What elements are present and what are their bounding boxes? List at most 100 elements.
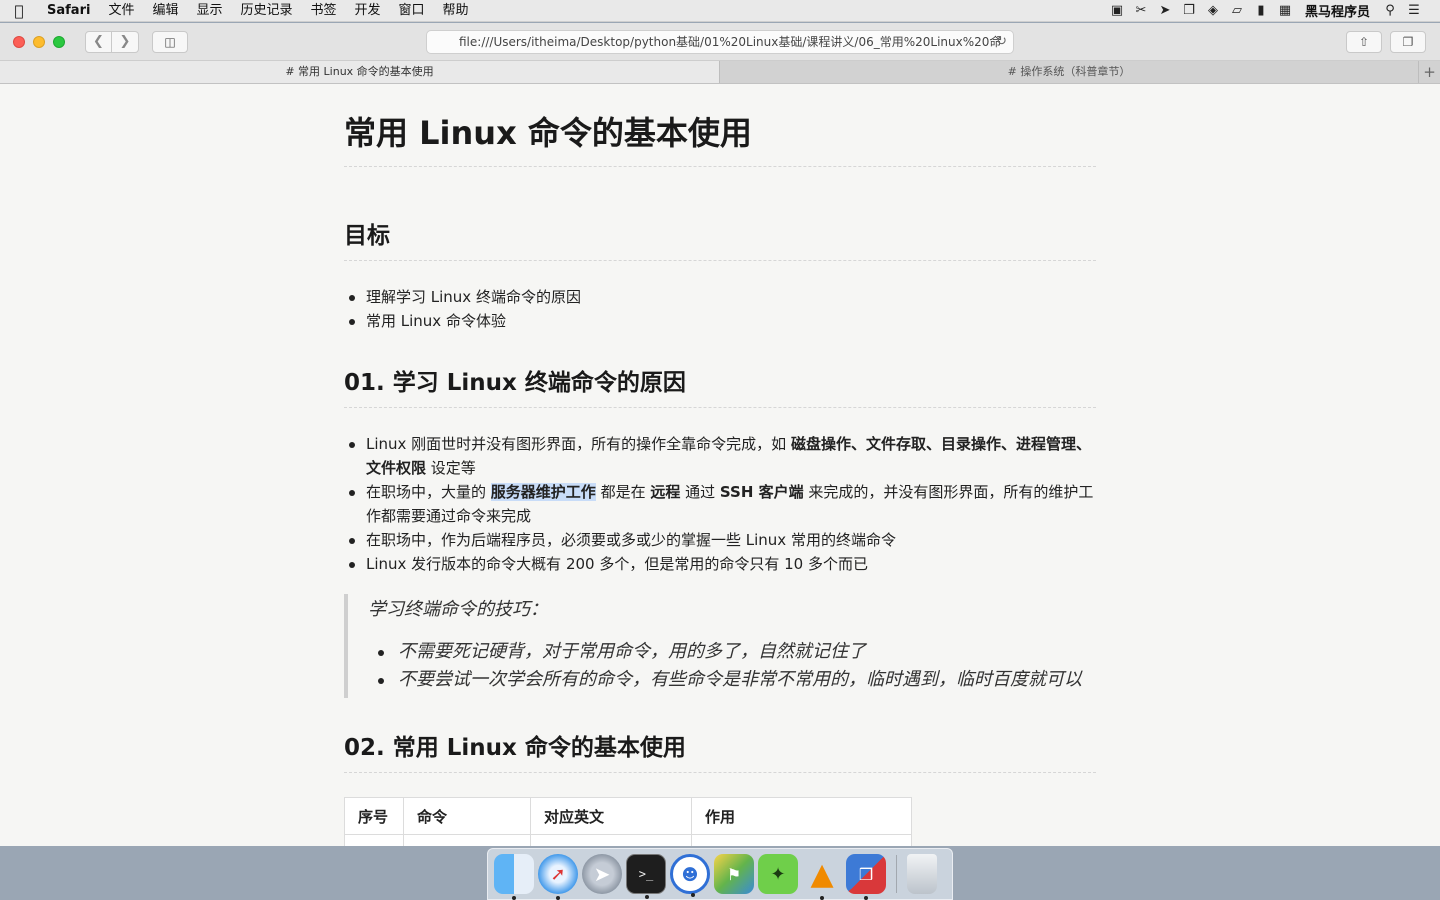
tab-operating-system[interactable]: # 操作系统（科普章节） <box>720 61 1418 83</box>
apple-menu-icon[interactable]:  <box>0 2 38 20</box>
close-window-button[interactable] <box>13 35 25 48</box>
chevron-right-icon: ❯ <box>119 33 131 49</box>
list-item: 在职场中，作为后端程序员，必须要或多或少的掌握一些 Linux 常用的终端命令 <box>344 528 1096 552</box>
plus-icon: + <box>1423 63 1436 81</box>
menu-window[interactable]: 窗口 <box>390 0 434 22</box>
fullscreen-window-button[interactable] <box>53 35 65 48</box>
tabs-icon: ❐ <box>1402 35 1414 49</box>
table-cell: 查看当前文件夹下的内容 <box>691 834 912 846</box>
table-cell: list <box>530 834 692 846</box>
running-indicator <box>512 896 516 900</box>
sidebar-icon: ◫ <box>164 34 176 49</box>
spotlight-search-icon[interactable]: ⚲ <box>1378 3 1402 18</box>
sidebar-toggle-button[interactable]: ◫ <box>152 30 188 53</box>
tips-list: 不需要死记硬背，对于常用命令，用的多了，自然就记住了 不要尝试一次学会所有的命令… <box>368 638 1096 694</box>
running-indicator <box>820 896 824 900</box>
table-row: 01 ls list 查看当前文件夹下的内容 <box>344 834 912 846</box>
text: 设定等 <box>426 459 476 477</box>
forward-button[interactable]: ❯ <box>112 30 139 53</box>
status-user-name[interactable]: 黑马程序员 <box>1297 1 1378 20</box>
input-method-icon[interactable]: ▦ <box>1273 3 1297 18</box>
compass-needle-icon: ➚ <box>550 863 566 885</box>
section-heading-02: 02. 常用 Linux 命令的基本使用 <box>344 728 1096 773</box>
launchpad-icon[interactable]: ➤ <box>582 854 622 894</box>
menu-help[interactable]: 帮助 <box>434 0 478 22</box>
new-tab-button[interactable]: + <box>1418 61 1440 83</box>
mindmap-app-icon[interactable]: ✦ <box>758 854 798 894</box>
text: Linux 刚面世时并没有图形界面，所有的操作全靠命令完成，如 <box>366 435 791 453</box>
menu-history[interactable]: 历史记录 <box>231 0 301 22</box>
markdown-document: 常用 Linux 命令的基本使用 目标 理解学习 Linux 终端命令的原因 常… <box>344 84 1096 846</box>
rocket-icon: ➤ <box>593 862 611 886</box>
url-text: file:///Users/itheima/Desktop/python基础/0… <box>459 35 1002 49</box>
airplay-icon[interactable]: ▱ <box>1225 3 1249 18</box>
menu-edit[interactable]: 编辑 <box>143 0 187 22</box>
menu-develop[interactable]: 开发 <box>346 0 390 22</box>
bold-text: SSH 客户端 <box>719 483 804 501</box>
list-item: 在职场中，大量的 服务器维护工作 都是在 远程 通过 SSH 客户端 来完成的，… <box>344 480 1096 528</box>
list-item: Linux 刚面世时并没有图形界面，所有的操作全靠命令完成，如 磁盘操作、文件存… <box>344 432 1096 480</box>
maps-icon[interactable]: ⚑ <box>714 854 754 894</box>
table-cell: 01 <box>344 834 404 846</box>
column-header: 对应英文 <box>530 797 692 835</box>
menu-view[interactable]: 显示 <box>187 0 231 22</box>
tips-title: 学习终端命令的技巧： <box>368 599 548 620</box>
reload-icon[interactable]: ↻ <box>996 31 1007 53</box>
list-item: 理解学习 Linux 终端命令的原因 <box>344 285 1096 309</box>
bold-text: 远程 <box>650 483 681 501</box>
cone-icon: ▲ <box>810 856 834 892</box>
chevron-left-icon: ❮ <box>93 33 104 49</box>
tab-linux-commands[interactable]: # 常用 Linux 命令的基本使用 <box>0 61 720 83</box>
text: 通过 <box>680 483 720 501</box>
share-button[interactable]: ⇧ <box>1346 31 1382 53</box>
tab-overview-button[interactable]: ❐ <box>1390 31 1426 53</box>
window-controls <box>13 35 65 48</box>
terminal-icon[interactable]: >_ <box>626 854 666 899</box>
windows-icon: ❒ <box>858 864 874 884</box>
reasons-list: Linux 刚面世时并没有图形界面，所有的操作全靠命令完成，如 磁盘操作、文件存… <box>344 432 1096 576</box>
copy-icon[interactable]: ❐ <box>1177 3 1201 18</box>
running-indicator <box>691 893 695 897</box>
goal-heading: 目标 <box>344 216 1096 261</box>
screen-record-icon[interactable]: ▣ <box>1105 3 1129 18</box>
safari-icon[interactable]: ➚ <box>538 854 578 900</box>
list-item: 不要尝试一次学会所有的命令，有些命令是非常不常用的，临时遇到，临时百度就可以 <box>368 666 1096 694</box>
table-cell: ls <box>403 834 531 846</box>
text: 在职场中，大量的 <box>366 483 491 501</box>
notification-center-icon[interactable]: ☰ <box>1402 3 1426 18</box>
share-icon: ⇧ <box>1358 35 1370 49</box>
battery-icon[interactable]: ▮ <box>1249 3 1273 18</box>
menu-file[interactable]: 文件 <box>99 0 143 22</box>
tab-bar: # 常用 Linux 命令的基本使用 # 操作系统（科普章节） + <box>0 61 1440 84</box>
list-item: Linux 发行版本的命令大概有 200 多个，但是常用的命令只有 10 多个而… <box>344 552 1096 576</box>
section-heading-01: 01. 学习 Linux 终端命令的原因 <box>344 363 1096 408</box>
page-content: 常用 Linux 命令的基本使用 目标 理解学习 Linux 终端命令的原因 常… <box>0 84 1440 846</box>
menu-bar:  Safari 文件 编辑 显示 历史记录 书签 开发 窗口 帮助 ▣ ✂ ➤… <box>0 0 1440 22</box>
address-bar[interactable]: file:///Users/itheima/Desktop/python基础/0… <box>426 30 1014 54</box>
prompt-icon: >_ <box>638 867 654 881</box>
scissors-icon[interactable]: ✂ <box>1129 3 1153 18</box>
goal-list: 理解学习 Linux 终端命令的原因 常用 Linux 命令体验 <box>344 285 1096 333</box>
running-indicator <box>556 896 560 900</box>
vlc-icon[interactable]: ▲ <box>802 854 842 900</box>
send-icon[interactable]: ➤ <box>1153 3 1177 18</box>
dock: ➚ ➤ >_ ☻ ⚑ ✦ ▲ ❒ <box>487 848 953 900</box>
minimize-window-button[interactable] <box>33 35 45 48</box>
running-indicator <box>864 896 868 900</box>
snake-icon: ☻ <box>681 864 699 884</box>
page-title: 常用 Linux 命令的基本使用 <box>344 108 1096 167</box>
back-button[interactable]: ❮ <box>85 30 112 53</box>
history-nav: ❮ ❯ <box>85 30 139 53</box>
text: 都是在 <box>595 483 651 501</box>
wifi-icon[interactable]: ◈ <box>1201 3 1225 18</box>
menu-bookmarks[interactable]: 书签 <box>302 0 346 22</box>
parallels-icon[interactable]: ❒ <box>846 854 886 900</box>
map-icon: ⚑ <box>726 864 742 884</box>
dock-separator <box>896 855 897 893</box>
safari-window: ❮ ❯ ◫ file:///Users/itheima/Desktop/pyth… <box>0 23 1440 846</box>
running-indicator <box>645 895 649 899</box>
python-ide-icon[interactable]: ☻ <box>670 854 710 897</box>
menu-app[interactable]: Safari <box>38 0 99 22</box>
trash-icon[interactable] <box>907 854 937 894</box>
finder-icon[interactable] <box>494 854 534 900</box>
